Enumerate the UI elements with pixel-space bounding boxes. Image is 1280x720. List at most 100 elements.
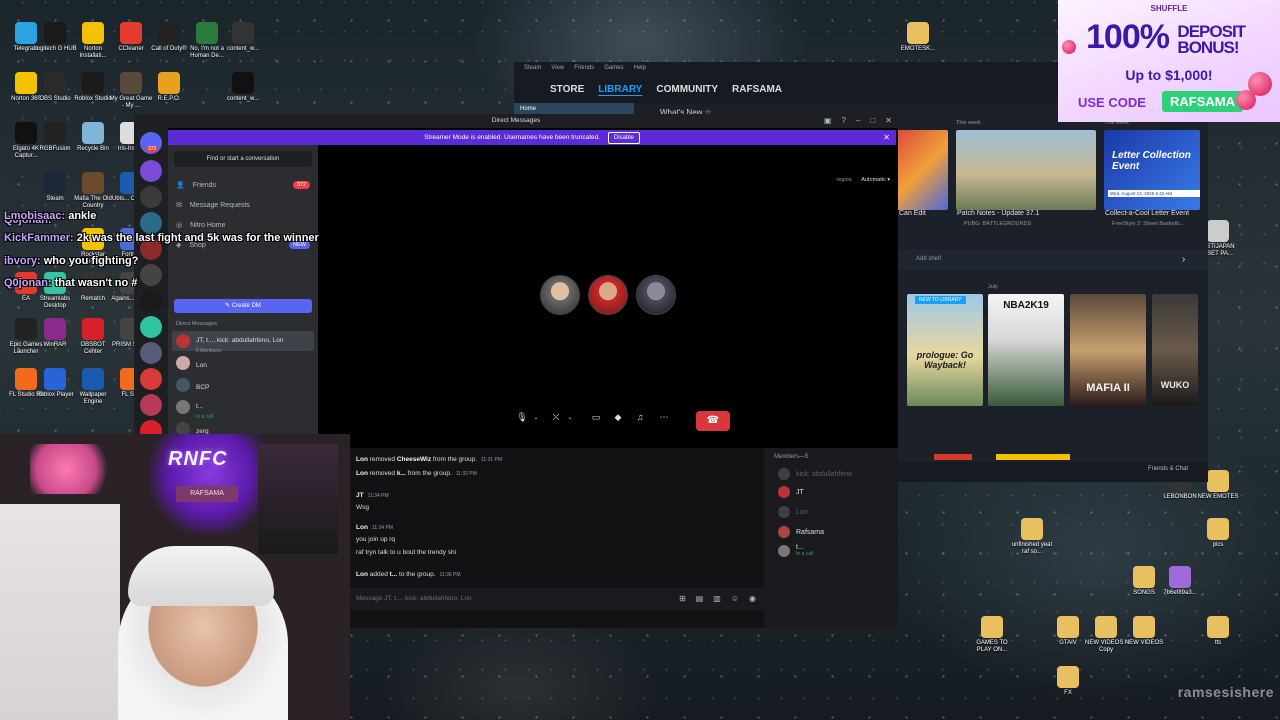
- activity-icon[interactable]: ◆: [608, 410, 628, 424]
- message-author[interactable]: Lon: [356, 470, 368, 477]
- call-participant-avatar-3[interactable]: [636, 275, 676, 315]
- steam-nav-community[interactable]: COMMUNITY: [656, 84, 718, 95]
- desktop-icon[interactable]: content_w...: [221, 22, 265, 53]
- desktop-icon-label: unfinished yeat raf so...: [1011, 542, 1053, 555]
- streamer-mode-banner: Streamer Mode is enabled. Usernames have…: [168, 130, 896, 145]
- member-text: t... In a call: [796, 544, 813, 557]
- minimize-icon[interactable]: –: [856, 114, 860, 128]
- news-card-3[interactable]: Letter Collection Event Wed, August 13, …: [1104, 130, 1200, 210]
- mic-options-chevron-icon[interactable]: ⌄: [526, 410, 546, 424]
- inbox-icon[interactable]: ▣: [824, 114, 832, 128]
- gif-icon[interactable]: ▤: [696, 594, 704, 603]
- dm-item[interactable]: BCP: [172, 375, 314, 395]
- desktop-icon[interactable]: R.E.P.O.: [147, 72, 191, 103]
- call-participant-avatar-2[interactable]: [588, 275, 628, 315]
- desktop-icon[interactable]: pics: [1196, 518, 1240, 549]
- dm-item[interactable]: Lon: [172, 353, 314, 373]
- member-item[interactable]: t... In a call: [778, 544, 813, 557]
- shelf-next-icon[interactable]: ›: [1182, 254, 1185, 265]
- help-icon[interactable]: ?: [842, 114, 846, 128]
- desktop-icon-label: GAMES TO PLAY ON...: [976, 640, 1008, 653]
- steam-menu-steam[interactable]: Steam: [524, 65, 541, 72]
- desktop-icon[interactable]: EMOTESK...: [896, 22, 940, 53]
- steam-menu-games[interactable]: Games: [604, 65, 623, 72]
- member-item[interactable]: JT: [778, 486, 804, 498]
- steam-nav-profile[interactable]: RAFSAMA: [732, 84, 782, 95]
- server-icon-6[interactable]: [140, 290, 162, 312]
- app-icon: [44, 318, 66, 340]
- soundboard-icon[interactable]: ♫: [630, 410, 650, 424]
- apps-icon[interactable]: ◉: [749, 594, 756, 603]
- news-caption-2: Patch Notes - Update 37.1: [957, 210, 1040, 217]
- close-icon[interactable]: ✕: [885, 114, 892, 128]
- gift-icon[interactable]: ⊞: [679, 594, 686, 603]
- app-icon: [1207, 220, 1229, 242]
- message-target-user[interactable]: CheeseWiz: [397, 456, 431, 463]
- disable-streamer-mode-button[interactable]: Disable: [607, 132, 640, 144]
- game-cover-prologue[interactable]: NEW TO LIBRARY prologue: Go Wayback!: [907, 294, 983, 406]
- dm-nav-nitro-home[interactable]: ◎ Nitro Home: [176, 221, 310, 230]
- call-participant-avatar-1[interactable]: [540, 275, 580, 315]
- server-icon-1[interactable]: [140, 160, 162, 182]
- desktop-icon-label: 7b6ef89a3...: [1163, 590, 1197, 596]
- shuffle-ad-banner: SHUFFLE 100% DEPOSIT BONUS! Up to $1,000!…: [1058, 0, 1280, 122]
- member-item[interactable]: kick: abdullahfeno: [778, 468, 852, 480]
- message-target-user[interactable]: k...: [397, 470, 406, 477]
- desktop-icon[interactable]: 7b6ef89a3...: [1158, 566, 1202, 597]
- steam-menu-view[interactable]: View: [551, 65, 564, 72]
- desktop-icon[interactable]: tts: [1196, 616, 1240, 647]
- screen-share-icon[interactable]: ▭: [586, 410, 606, 424]
- friends-chat-button[interactable]: Friends & Chat: [1148, 466, 1188, 472]
- stream-chat-user: ibvory:: [4, 255, 41, 267]
- desktop-icon[interactable]: unfinished yeat raf so...: [1010, 518, 1054, 556]
- server-icon-9[interactable]: [140, 368, 162, 390]
- message-author[interactable]: JT: [356, 492, 364, 499]
- maximize-icon[interactable]: □: [870, 114, 875, 128]
- message-author[interactable]: Lon: [356, 524, 368, 531]
- message-author[interactable]: Lon: [356, 571, 368, 578]
- create-dm-button[interactable]: ✎ Create DM: [174, 299, 312, 313]
- desktop-icon[interactable]: NEW VIDEOS: [1122, 616, 1166, 647]
- server-icon-7[interactable]: [140, 316, 162, 338]
- news-card-2[interactable]: [956, 130, 1096, 210]
- game-cover-mafia2[interactable]: MAFIA II: [1070, 294, 1146, 406]
- dm-nav-message-requests[interactable]: ✉ Message Requests: [176, 201, 310, 210]
- member-item[interactable]: Rafsama: [778, 526, 824, 538]
- game-cover-wukong[interactable]: WUKO: [1152, 294, 1198, 406]
- steam-menu-friends[interactable]: Friends: [574, 65, 594, 72]
- desktop-icon-label: Roblox Studio: [74, 96, 112, 102]
- message-author[interactable]: Lon: [356, 456, 368, 463]
- steam-menu-help[interactable]: Help: [634, 65, 646, 72]
- more-options-icon[interactable]: ⋯: [654, 410, 674, 424]
- dm-item[interactable]: t... In a call: [172, 397, 314, 420]
- member-name: t...: [796, 544, 804, 551]
- camera-options-chevron-icon[interactable]: ⌄: [560, 410, 580, 424]
- steam-nav-store[interactable]: STORE: [550, 84, 584, 95]
- dm-nav-friends[interactable]: 👤 Friends 372: [176, 181, 310, 189]
- desktop-icon-label: LEBONBON: [1163, 494, 1197, 500]
- add-shelf-button[interactable]: Add shelf: [916, 256, 941, 262]
- desktop-icon[interactable]: content_w...: [221, 72, 265, 103]
- game-cover-nba2k19[interactable]: NBA2K19: [988, 294, 1064, 406]
- news-card-1[interactable]: [896, 130, 948, 210]
- server-icon-10[interactable]: [140, 394, 162, 416]
- emoji-icon[interactable]: ☺: [731, 594, 739, 603]
- app-icon: [1133, 616, 1155, 638]
- sticker-icon[interactable]: ▥: [713, 594, 721, 603]
- steam-nav-library[interactable]: LIBRARY: [598, 84, 642, 95]
- nitro-icon: ◎: [176, 222, 183, 229]
- message-action: removed: [367, 456, 397, 463]
- banner-close-icon[interactable]: ✕: [883, 130, 890, 145]
- server-icon-5[interactable]: [140, 264, 162, 286]
- member-item[interactable]: Lon: [778, 506, 808, 518]
- server-icon-3[interactable]: [140, 212, 162, 234]
- app-icon: [1021, 518, 1043, 540]
- region-selector[interactable]: region Automatic ▾: [836, 177, 890, 183]
- find-conversation-button[interactable]: Find or start a conversation: [174, 151, 312, 167]
- desktop-icon[interactable]: FX: [1046, 666, 1090, 697]
- server-icon-8[interactable]: [140, 342, 162, 364]
- dm-item[interactable]: JT, t..., kick: abdullahfeno, Lon 5 Membe…: [172, 331, 314, 354]
- desktop-icon[interactable]: GAMES TO PLAY ON...: [970, 616, 1014, 654]
- server-icon-2[interactable]: [140, 186, 162, 208]
- disconnect-call-button[interactable]: ☎: [696, 411, 730, 431]
